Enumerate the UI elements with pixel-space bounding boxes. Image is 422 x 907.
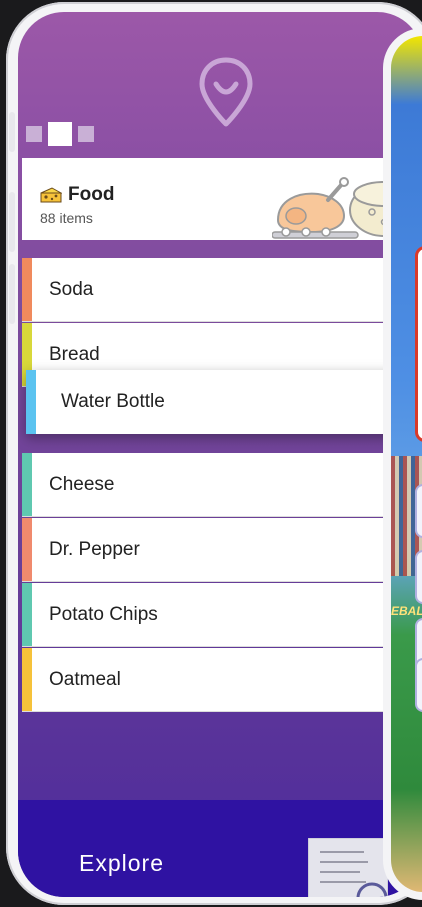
- list-item-label: Cheese: [49, 473, 115, 495]
- list-item-color-bar: [22, 648, 32, 711]
- document-illustration: [308, 838, 388, 897]
- list-item-label: Dr. Pepper: [49, 538, 140, 560]
- second-app-screen: EBAL: [391, 36, 422, 892]
- side-button: [9, 264, 15, 324]
- list-item-color-bar: [22, 453, 32, 516]
- dragging-list-item[interactable]: Water Bottle: [26, 370, 410, 434]
- list-item-color-bar: [26, 370, 36, 434]
- list-item-color-bar: [22, 258, 32, 321]
- list-item[interactable]: Soda: [22, 258, 402, 322]
- list-item-label: Oatmeal: [49, 668, 121, 690]
- list-item-color-bar: [22, 518, 32, 581]
- list-item-label: Soda: [49, 278, 94, 300]
- list-item[interactable]: Dr. Pepper: [22, 518, 402, 582]
- page-indicator: [26, 122, 94, 146]
- list-item[interactable]: Cheese: [22, 453, 402, 517]
- list-item-label: Potato Chips: [49, 603, 158, 625]
- game-panel: [415, 246, 422, 442]
- game-button[interactable]: [415, 550, 422, 604]
- category-title-text: Food: [68, 184, 115, 205]
- list-item-label: Water Bottle: [61, 391, 165, 412]
- side-button: [9, 192, 15, 252]
- page-dot[interactable]: [26, 126, 42, 142]
- side-button: [9, 112, 15, 152]
- list-item[interactable]: Oatmeal: [22, 648, 402, 712]
- list-item-label: Bread: [49, 343, 100, 365]
- list-item-color-bar: [22, 583, 32, 646]
- explore-button[interactable]: Explore: [79, 850, 164, 877]
- location-pin-icon: [199, 57, 253, 127]
- cheese-icon: [40, 187, 62, 203]
- stadium-banner-text: EBAL: [391, 604, 422, 618]
- game-button[interactable]: [415, 484, 422, 538]
- game-button[interactable]: [415, 658, 422, 712]
- list-item[interactable]: Potato Chips: [22, 583, 402, 647]
- page-dot[interactable]: [78, 126, 94, 142]
- app-screen: Food 88 items Soda Bread Cheese Dr. Pepp…: [18, 12, 422, 897]
- category-card[interactable]: Food 88 items: [22, 158, 402, 240]
- page-dot-active[interactable]: [48, 122, 72, 146]
